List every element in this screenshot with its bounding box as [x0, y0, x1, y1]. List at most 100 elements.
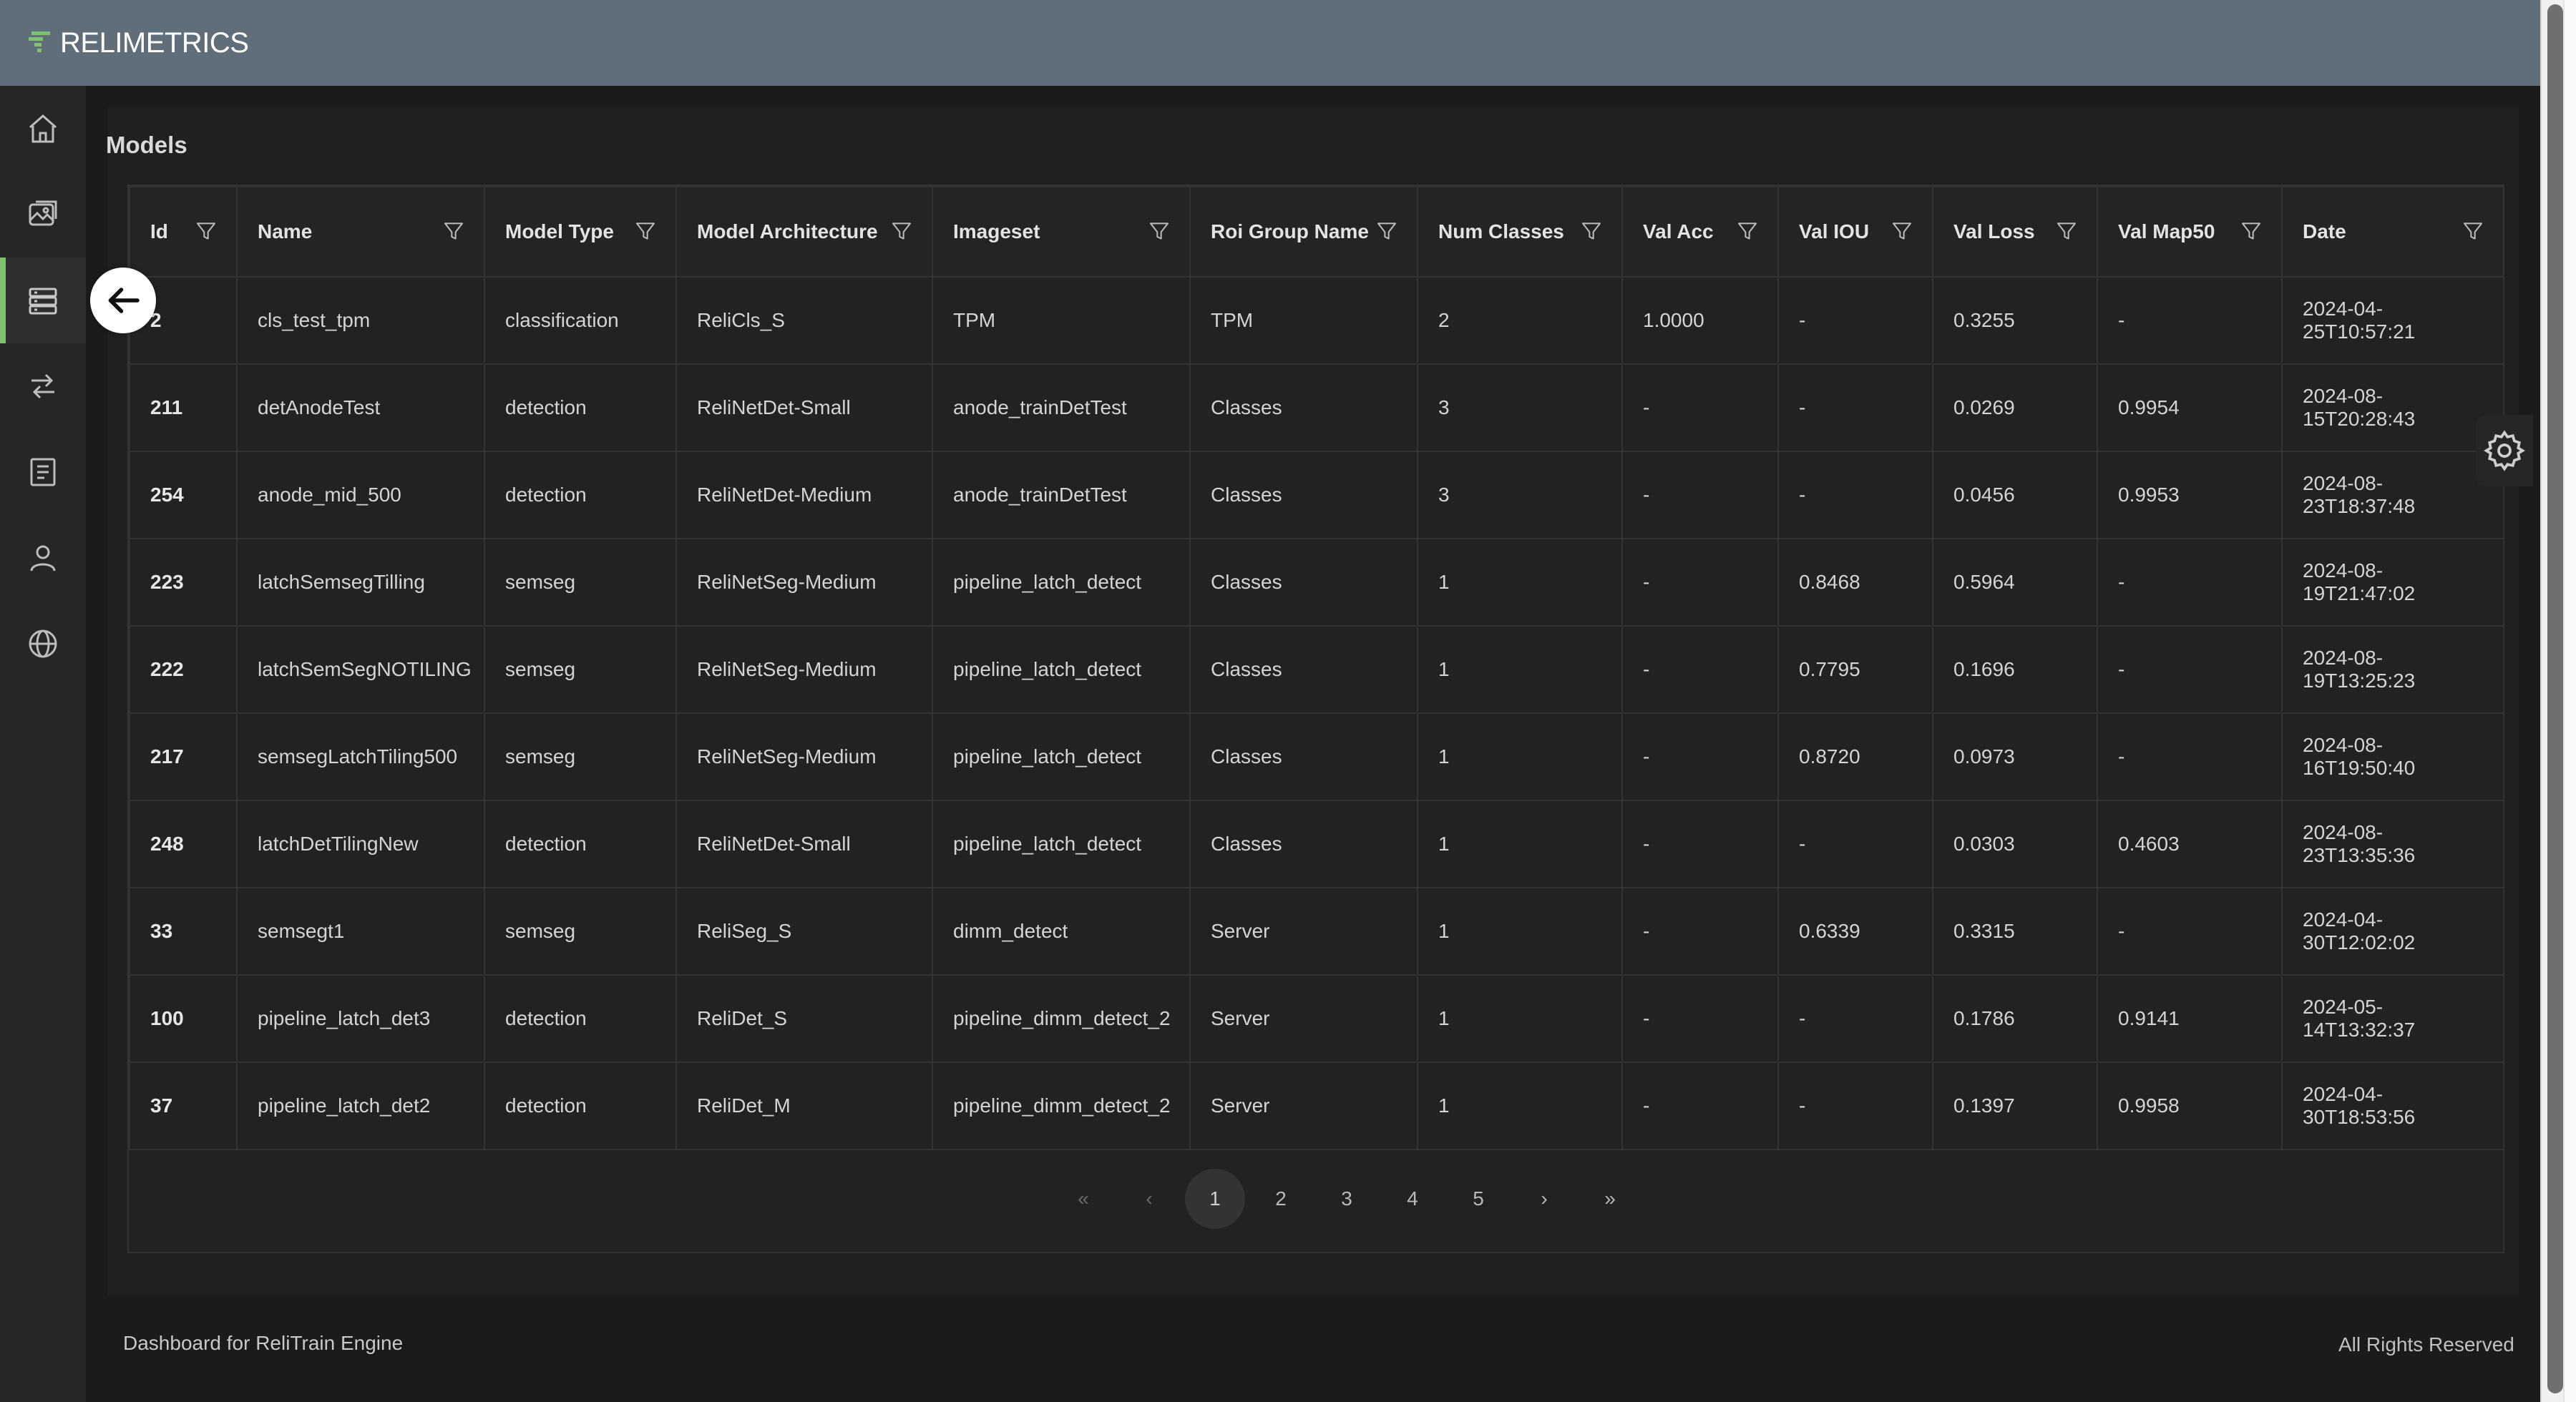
pagination: « ‹ 1 2 3 4 5 › » — [129, 1167, 2503, 1232]
collapse-sidebar-button[interactable] — [90, 268, 156, 333]
filter-icon[interactable] — [890, 219, 913, 243]
column-header-label: Val Map50 — [2118, 220, 2215, 242]
table-row[interactable]: 211 detAnodeTest detection ReliNetDet-Small… — [129, 363, 2504, 452]
page-2-button[interactable]: 2 — [1251, 1169, 1311, 1229]
table-cell: 0.4603 — [2097, 800, 2283, 888]
page-4-button[interactable]: 4 — [1382, 1169, 1443, 1229]
table-row[interactable]: 37 pipeline_latch_det2 detection ReliDet_M p… — [129, 1062, 2504, 1150]
document-icon — [30, 458, 56, 486]
filter-icon[interactable] — [2055, 219, 2078, 243]
column-header[interactable]: Id — [129, 186, 238, 278]
date-value: 2024-04-​30T18:53:56 — [2303, 1083, 2416, 1128]
date-value: 2024-08-​16T19:50:40 — [2303, 734, 2416, 779]
table-cell: - — [1777, 974, 1933, 1063]
nav-user[interactable] — [0, 515, 86, 601]
column-header-label: Val IOU — [1799, 220, 1870, 242]
column-header-label: Model Type — [505, 220, 614, 242]
column-header[interactable]: Name — [236, 186, 485, 278]
column-header[interactable]: Imageset — [932, 186, 1191, 278]
column-header[interactable]: Roi Group Name — [1189, 186, 1418, 278]
table-cell: Classes — [1189, 712, 1418, 801]
table-cell: 0.0973 — [1932, 712, 2098, 801]
table-row[interactable]: 248 latchDetTilingNew detection ReliNetDet-… — [129, 800, 2504, 888]
table-row[interactable]: 217 semsegLatchTiling500 semseg ReliNetSeg-… — [129, 712, 2504, 801]
table-row[interactable]: 223 latchSemsegTilling semseg ReliNetSeg-Me… — [129, 538, 2504, 627]
table-cell: 0.0269 — [1932, 363, 2098, 452]
table-cell: 223 — [129, 538, 238, 627]
nav-images[interactable] — [0, 172, 86, 258]
table-cell: pipeline_latch_det2 — [236, 1062, 485, 1150]
table-cell: TPM — [932, 276, 1191, 365]
top-header: RELIMETRICS — [0, 0, 2540, 86]
first-page-button[interactable]: « — [1053, 1169, 1113, 1229]
table-cell: Server — [1189, 974, 1418, 1063]
table-row[interactable]: 33 semsegt1 semseg ReliSeg_S dimm_detect Serv… — [129, 887, 2504, 976]
table-cell: 3 — [1417, 451, 1623, 539]
table-row[interactable]: 2 cls_test_tpm classification ReliCls_S TPM T… — [129, 276, 2504, 365]
scrollbar-thumb[interactable] — [2547, 4, 2563, 1393]
page-5-button[interactable]: 5 — [1448, 1169, 1508, 1229]
column-header[interactable]: Date — [2281, 186, 2504, 278]
page-title: Models — [106, 132, 187, 158]
filter-icon[interactable] — [195, 219, 218, 243]
prev-page-button[interactable]: ‹ — [1119, 1169, 1179, 1229]
table-cell: 0.3255 — [1932, 276, 2098, 365]
table-cell: 0.9953 — [2097, 451, 2283, 539]
filter-icon[interactable] — [1890, 219, 1913, 243]
table-cell: 0.7795 — [1777, 625, 1933, 714]
table-cell: ReliNetSeg-Medium — [675, 712, 933, 801]
table-cell: latchDetTilingNew — [236, 800, 485, 888]
filter-icon[interactable] — [2462, 219, 2484, 243]
page-3-button[interactable]: 3 — [1317, 1169, 1377, 1229]
next-page-button[interactable]: › — [1514, 1169, 1574, 1229]
table-row[interactable]: 254 anode_mid_500 detection ReliNetDet-Medi… — [129, 451, 2504, 539]
table-cell: 0.9141 — [2097, 974, 2283, 1063]
date-value: 2024-08-​19T21:47:02 — [2303, 559, 2416, 604]
filter-icon[interactable] — [442, 219, 465, 243]
column-header[interactable]: Val Acc — [1621, 186, 1779, 278]
nav-models[interactable] — [0, 258, 86, 343]
nav-documents[interactable] — [0, 429, 86, 515]
nav-globe[interactable] — [0, 601, 86, 687]
filter-icon[interactable] — [1736, 219, 1759, 243]
table-cell: 1 — [1417, 1062, 1623, 1150]
filter-icon[interactable] — [1148, 219, 1171, 243]
filter-icon[interactable] — [2240, 219, 2263, 243]
table-cell: cls_test_tpm — [236, 276, 485, 365]
table-cell: ReliSeg_S — [675, 887, 933, 976]
nav-home[interactable] — [0, 86, 86, 172]
table-cell: 0.8468 — [1777, 538, 1933, 627]
table-row[interactable]: 100 pipeline_latch_det3 detection ReliDet_S… — [129, 974, 2504, 1063]
table-cell: latchSemsegTilling — [236, 538, 485, 627]
table-cell: 1 — [1417, 974, 1623, 1063]
table-cell: 2024-04-​30T12:02:02 — [2281, 887, 2504, 976]
column-header[interactable]: Model Architecture — [675, 186, 933, 278]
logo[interactable]: RELIMETRICS — [27, 21, 249, 64]
table-cell: - — [1621, 712, 1779, 801]
table-cell: 1 — [1417, 800, 1623, 888]
table-cell: ReliNetSeg-Medium — [675, 625, 933, 714]
column-header[interactable]: Val IOU — [1777, 186, 1933, 278]
date-value: 2024-05-​14T13:32:37 — [2303, 996, 2416, 1041]
table-cell: detection — [484, 1062, 677, 1150]
nav-transfer[interactable] — [0, 343, 86, 429]
table-row[interactable]: 222 latchSemSegNOTILING semseg ReliNetSeg-M… — [129, 625, 2504, 714]
table-cell: Server — [1189, 887, 1418, 976]
column-header[interactable]: Val Loss — [1932, 186, 2098, 278]
settings-button[interactable] — [2476, 415, 2533, 486]
last-page-button[interactable]: » — [1580, 1169, 1640, 1229]
table-cell: 0.0303 — [1932, 800, 2098, 888]
filter-icon[interactable] — [1375, 219, 1398, 243]
page-1-button[interactable]: 1 — [1185, 1169, 1245, 1229]
table-header-row: Id Name Model Type Model Architecture Images… — [129, 186, 2504, 278]
table-cell: 2024-04-​25T10:57:21 — [2281, 276, 2504, 365]
column-header[interactable]: Num Classes — [1417, 186, 1623, 278]
column-header[interactable]: Val Map50 — [2097, 186, 2283, 278]
table-cell: TPM — [1189, 276, 1418, 365]
table-cell: 0.9958 — [2097, 1062, 2283, 1150]
footer-description: Dashboard for ReliTrain Engine — [123, 1332, 404, 1354]
models-table: Id Name Model Type Model Architecture Images… — [129, 186, 2504, 1150]
column-header[interactable]: Model Type — [484, 186, 677, 278]
filter-icon[interactable] — [634, 219, 657, 243]
filter-icon[interactable] — [1580, 219, 1603, 243]
